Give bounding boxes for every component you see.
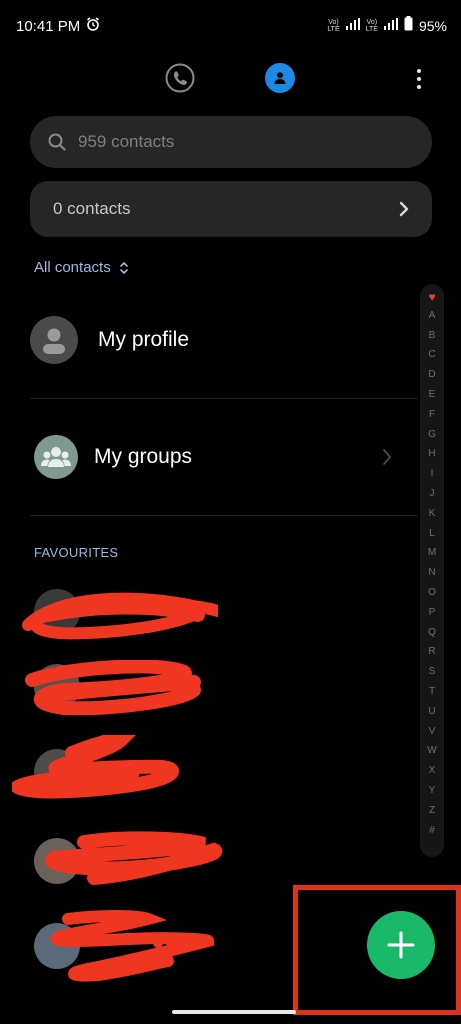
index-letter-g[interactable]: G [420, 429, 444, 440]
search-input[interactable] [78, 132, 378, 152]
more-dot-icon [417, 85, 421, 89]
index-letter-e[interactable]: E [420, 389, 444, 400]
index-letter-b[interactable]: B [420, 330, 444, 341]
volte-label-1: Vo) LTE [327, 19, 340, 33]
chevron-right-icon [383, 449, 391, 465]
tab-contacts[interactable] [265, 63, 295, 93]
alphabet-index-scrollbar[interactable]: ♥ A B C D E F G H I J K L M N O P Q R S T U V W X Y Z # [420, 284, 444, 857]
index-letter-v[interactable]: V [420, 726, 444, 737]
sort-toggle-icon [119, 261, 128, 274]
redaction-scribble [45, 831, 223, 885]
index-letter-hash[interactable]: # [420, 825, 444, 836]
contacts-count-card[interactable]: 0 contacts [30, 181, 432, 237]
favourite-contact-2[interactable] [25, 660, 234, 720]
battery-percent: 95% [418, 18, 447, 34]
favourite-contact-5[interactable] [34, 905, 234, 985]
status-time: 10:41 PM [16, 18, 81, 35]
index-letter-w[interactable]: W [420, 745, 444, 756]
search-icon [48, 133, 66, 151]
redaction-scribble [12, 735, 180, 799]
index-letter-y[interactable]: Y [420, 785, 444, 796]
volte-label-2: Vo) LTE [365, 19, 378, 33]
phone-icon [165, 63, 195, 93]
index-letter-u[interactable]: U [420, 706, 444, 717]
home-indicator[interactable] [172, 1010, 296, 1014]
contacts-filter-dropdown[interactable]: All contacts [34, 259, 129, 276]
index-letter-f[interactable]: F [420, 409, 444, 420]
groups-avatar [34, 435, 78, 479]
index-letter-r[interactable]: R [420, 646, 444, 657]
index-letter-p[interactable]: P [420, 607, 444, 618]
favourite-contact-4[interactable] [34, 830, 234, 890]
index-letter-o[interactable]: O [420, 587, 444, 598]
status-bar: 10:41 PM Vo) LTE Vo) LTE 95% [0, 0, 461, 52]
my-groups-label: My groups [94, 445, 193, 468]
plus-icon [387, 931, 415, 959]
top-tab-bar [0, 62, 461, 96]
filter-label: All contacts [34, 259, 111, 276]
status-left: 10:41 PM [16, 17, 100, 36]
more-dot-icon [417, 69, 421, 73]
index-letter-q[interactable]: Q [420, 627, 444, 638]
index-letter-l[interactable]: L [420, 528, 444, 539]
index-letter-c[interactable]: C [420, 349, 444, 360]
my-groups-row[interactable]: My groups [30, 435, 420, 479]
divider [30, 515, 418, 516]
index-letter-j[interactable]: J [420, 488, 444, 499]
status-right: Vo) LTE Vo) LTE 95% [327, 16, 447, 36]
divider [30, 398, 418, 399]
person-icon [43, 328, 65, 354]
index-letter-i[interactable]: I [420, 468, 444, 479]
index-letter-a[interactable]: A [420, 310, 444, 321]
redaction-scribble [25, 660, 201, 716]
add-contact-button[interactable] [367, 911, 435, 979]
alarm-icon [86, 17, 100, 36]
chevron-right-icon [399, 201, 409, 217]
my-profile-label: My profile [98, 328, 190, 351]
search-bar[interactable] [30, 116, 432, 168]
favourites-heart-icon[interactable]: ♥ [420, 290, 444, 304]
signal-icon [345, 17, 360, 35]
tab-phone[interactable] [164, 62, 196, 94]
redaction-scribble [22, 592, 218, 640]
favourite-contact-1[interactable] [22, 585, 234, 645]
group-icon [41, 447, 71, 467]
favourites-heading: FAVOURITES [34, 545, 119, 560]
contacts-count-label: 0 contacts [53, 199, 131, 218]
contacts-icon [274, 72, 286, 84]
favourite-contact-3[interactable] [12, 735, 234, 805]
index-letter-m[interactable]: M [420, 547, 444, 558]
signal-icon-2 [383, 17, 398, 35]
overflow-menu-button[interactable] [408, 65, 430, 93]
index-letter-x[interactable]: X [420, 765, 444, 776]
battery-icon [404, 16, 413, 36]
redaction-scribble [50, 910, 215, 982]
index-letter-z[interactable]: Z [420, 805, 444, 816]
profile-avatar [30, 316, 78, 364]
index-letter-h[interactable]: H [420, 448, 444, 459]
more-dot-icon [417, 77, 421, 81]
index-letter-k[interactable]: K [420, 508, 444, 519]
index-letter-n[interactable]: N [420, 567, 444, 578]
index-letter-s[interactable]: S [420, 666, 444, 677]
index-letter-t[interactable]: T [420, 686, 444, 697]
my-profile-row[interactable]: My profile [30, 316, 420, 364]
index-letter-d[interactable]: D [420, 369, 444, 380]
